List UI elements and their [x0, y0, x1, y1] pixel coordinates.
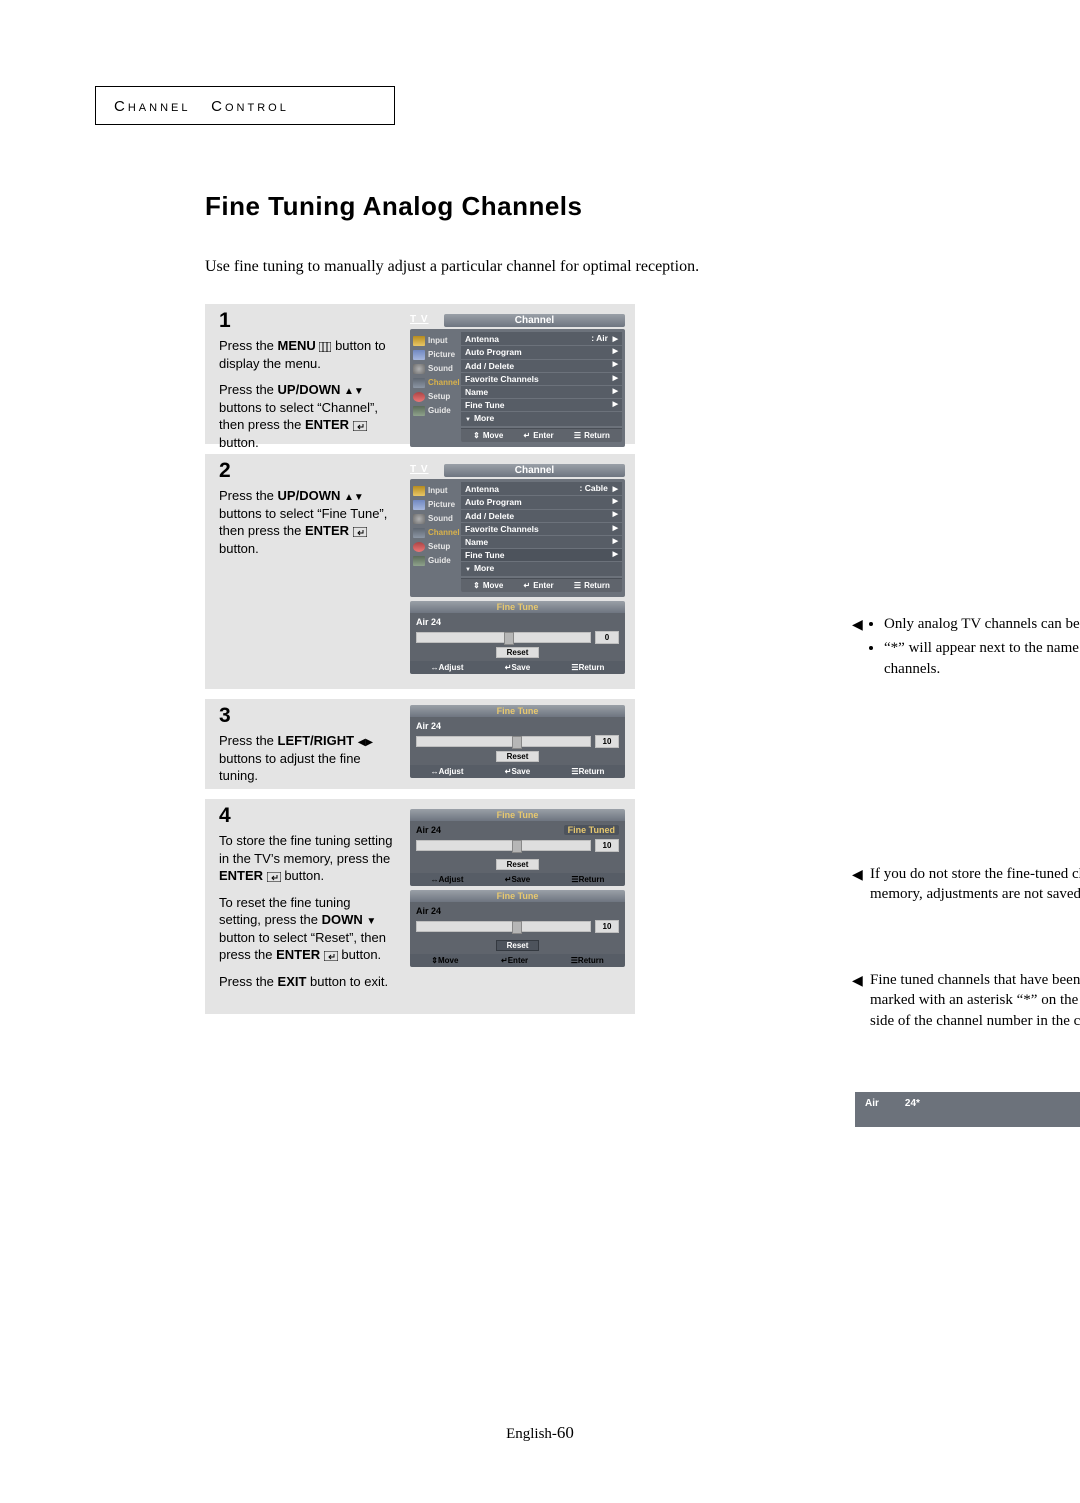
hint-return: Return — [574, 581, 610, 590]
ft-channel: Air 24 — [416, 617, 441, 627]
step-2-para-1: Press the UP/DOWN ▲▼ buttons to select “… — [219, 487, 394, 557]
ft-slider: 10 — [416, 735, 619, 748]
osd-tab-channel: Channel — [444, 314, 625, 327]
step-4-para-3: Press the EXIT button to exit. — [219, 973, 394, 991]
reset-button: Reset — [496, 751, 540, 762]
channel-icon — [413, 378, 425, 388]
fine-tune-panel: Fine Tune Air 24 0 Reset Adjust Save Ret… — [410, 601, 625, 674]
enter-icon — [324, 951, 338, 961]
hint-move: Move — [473, 581, 503, 590]
osd-step1: T V Channel Input Picture Sound Channel … — [410, 314, 625, 447]
hint-save: Save — [505, 663, 530, 672]
side-note-1: ◀ Only analog TV channels can be fine tu… — [870, 614, 1080, 683]
hint-save: Save — [505, 767, 530, 776]
fine-tune-panel-reset: Fine Tune Air 24 10 Reset Move Enter Ret… — [410, 890, 625, 967]
down-icon: ▼ — [366, 920, 376, 922]
triangle-left-icon: ◀ — [852, 867, 863, 886]
hint-return: Return — [571, 663, 604, 672]
hint-move: Move — [473, 431, 503, 440]
steps-container: 1 Press the MENU button to display the m… — [205, 304, 985, 1014]
osd-menu: Antenna: Cable ▶ Auto Program▶ Add / Del… — [461, 479, 625, 595]
chevron-right-icon: ▶ — [613, 525, 618, 533]
hint-enter: Enter — [524, 581, 554, 590]
side-note-3: ◀ Fine tuned channels that have been sav… — [870, 970, 1080, 1031]
ft-channel: Air 24 — [416, 825, 441, 835]
step-3: 3 Press the LEFT/RIGHT ◀▶ buttons to adj… — [205, 699, 635, 789]
enter-icon — [353, 421, 367, 431]
step-4-para-1: To store the fine tuning setting in the … — [219, 832, 394, 885]
osd-sidebar: Input Picture Sound Channel Setup Guide — [410, 479, 461, 595]
input-icon — [413, 336, 425, 346]
hint-enter: Enter — [524, 431, 554, 440]
updown-icon: ▲▼ — [344, 390, 364, 392]
ft-value: 10 — [595, 735, 619, 748]
osd-step2: T V Channel Input Picture Sound Channel … — [410, 464, 625, 674]
ft-channel: Air 24 — [416, 721, 441, 731]
hint-adjust: Adjust — [431, 767, 464, 776]
setup-icon — [413, 542, 425, 552]
intro-text: Use fine tuning to manually adjust a par… — [205, 258, 985, 276]
step-4: 4 To store the fine tuning setting in th… — [205, 799, 635, 1014]
side-note-2: ◀ If you do not store the fine-tuned cha… — [870, 864, 1080, 905]
reset-button: Reset — [496, 859, 540, 870]
step-2: 2 Press the UP/DOWN ▲▼ buttons to select… — [205, 454, 635, 689]
sound-icon — [413, 514, 425, 524]
guide-icon — [413, 556, 425, 566]
chevron-right-icon: ▶ — [613, 388, 618, 396]
page-number: English-60 — [0, 1423, 1080, 1443]
fine-tune-panel-saved: Fine Tune Air 24 Fine Tuned 10 Reset Adj… — [410, 809, 625, 886]
picture-icon — [413, 350, 425, 360]
leftright-icon: ◀▶ — [358, 741, 373, 743]
hint-adjust: Adjust — [431, 663, 464, 672]
channel-banner: Air24* — [855, 1086, 1080, 1127]
chevron-right-icon: ▶ — [613, 498, 618, 506]
step-1-para-2: Press the UP/DOWN ▲▼ buttons to select “… — [219, 381, 394, 451]
picture-icon — [413, 500, 425, 510]
enter-icon — [267, 872, 281, 882]
setup-icon — [413, 392, 425, 402]
chevron-right-icon: ▶ — [613, 336, 618, 343]
step-3-para-1: Press the LEFT/RIGHT ◀▶ buttons to adjus… — [219, 732, 394, 785]
chevron-right-icon: ▶ — [613, 361, 618, 369]
enter-icon — [353, 527, 367, 537]
sound-icon — [413, 364, 425, 374]
input-icon — [413, 486, 425, 496]
ft-value: 0 — [595, 631, 619, 644]
triangle-left-icon: ◀ — [852, 617, 863, 636]
step-1-para-1: Press the MENU button to display the men… — [219, 337, 394, 372]
page-title: Fine Tuning Analog Channels — [205, 191, 985, 222]
step-1: 1 Press the MENU button to display the m… — [205, 304, 635, 444]
menu-icon — [319, 342, 331, 352]
ft-slider: 0 — [416, 631, 619, 644]
fine-tuned-label: Fine Tuned — [564, 825, 619, 835]
hint-return: Return — [574, 431, 610, 440]
osd-tab-channel: Channel — [444, 464, 625, 477]
chevron-right-icon: ▶ — [613, 375, 618, 383]
osd-sidebar: Input Picture Sound Channel Setup Guide — [410, 329, 461, 445]
chevron-right-icon: ▶ — [613, 401, 618, 409]
chevron-right-icon: ▶ — [613, 486, 618, 493]
chevron-right-icon: ▶ — [613, 348, 618, 356]
osd-menu: Antenna: Air ▶ Auto Program▶ Add / Delet… — [461, 329, 625, 445]
channel-icon — [413, 528, 425, 538]
reset-button-highlighted: Reset — [496, 940, 540, 951]
step-4-para-2: To reset the fine tuning setting, press … — [219, 894, 394, 964]
chevron-right-icon: ▶ — [613, 538, 618, 546]
hint-return: Return — [571, 767, 604, 776]
updown-icon: ▲▼ — [344, 496, 364, 498]
reset-button: Reset — [496, 647, 540, 658]
chevron-right-icon: ▶ — [613, 551, 618, 559]
triangle-left-icon: ◀ — [852, 973, 863, 992]
chevron-right-icon: ▶ — [613, 511, 618, 519]
guide-icon — [413, 406, 425, 416]
osd-step3: Fine Tune Air 24 10 Reset Adjust Save Re… — [410, 705, 625, 778]
section-header: CHANNEL CONTROL — [95, 86, 395, 125]
